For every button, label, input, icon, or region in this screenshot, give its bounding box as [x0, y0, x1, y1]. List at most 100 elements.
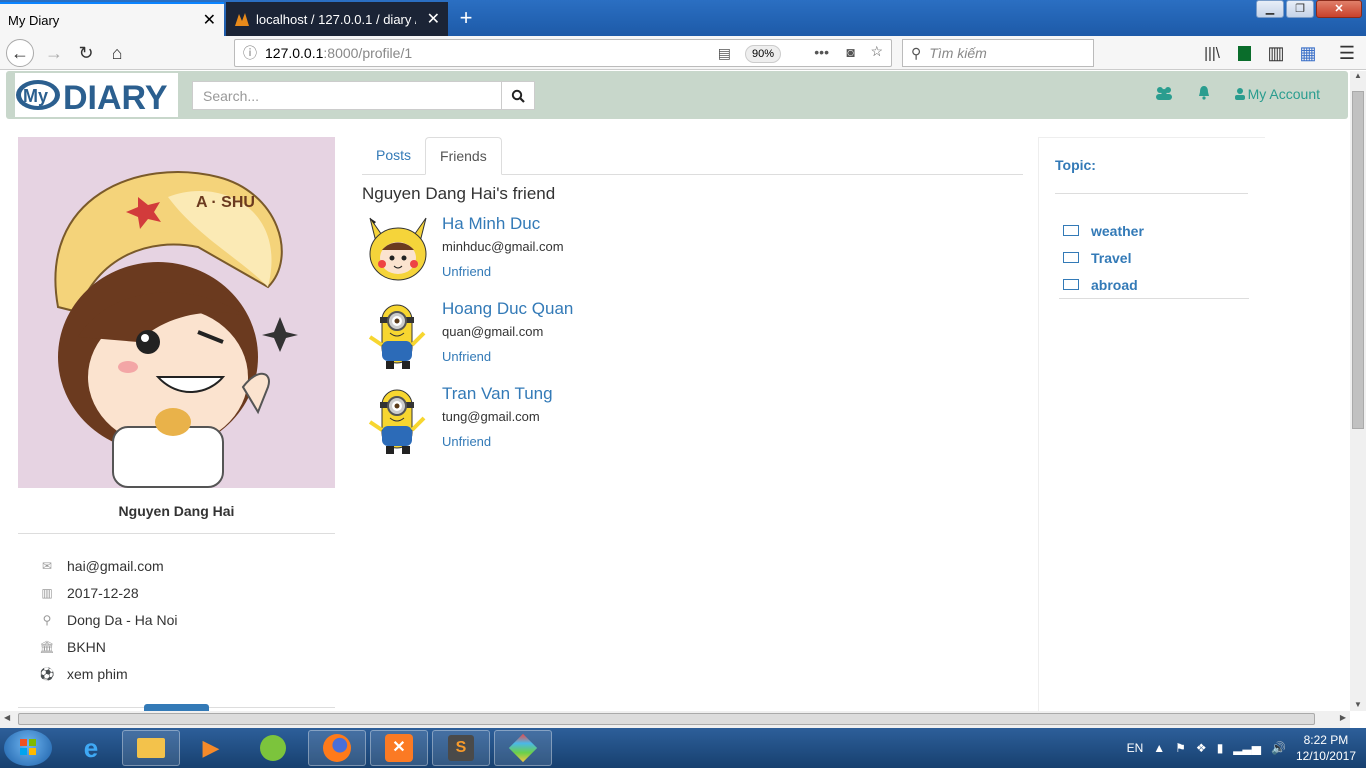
- tab-title: localhost / 127.0.0.1 / diary / us: [256, 11, 416, 27]
- page-actions-icon[interactable]: •••: [814, 44, 829, 60]
- scroll-up-icon[interactable]: ▲: [1350, 71, 1366, 80]
- forward-button[interactable]: →: [40, 39, 68, 67]
- back-button[interactable]: ←: [6, 39, 34, 67]
- site-logo[interactable]: My DIARY: [15, 73, 178, 117]
- minion-avatar-icon: [368, 304, 426, 369]
- scroll-down-icon[interactable]: ▼: [1350, 700, 1366, 709]
- friend-name-link[interactable]: Tran Van Tung: [442, 384, 553, 404]
- firefox-icon[interactable]: [308, 730, 366, 766]
- topic-item[interactable]: abroad: [1059, 271, 1249, 298]
- sidebar-icon[interactable]: ▥: [1262, 39, 1290, 67]
- zoom-level[interactable]: 90%: [744, 45, 781, 63]
- clock[interactable]: 8:22 PM 12/10/2017: [1296, 732, 1356, 764]
- scroll-right-icon[interactable]: ▶: [1340, 713, 1346, 722]
- friends-icon[interactable]: [1155, 86, 1173, 103]
- profile-address-row: ⚲ Dong Da - Ha Noi: [18, 606, 335, 633]
- volume-icon[interactable]: 🔊: [1271, 741, 1286, 755]
- site-search-input[interactable]: Search...: [192, 81, 502, 110]
- url-host: 127.0.0.1: [265, 45, 324, 61]
- vertical-scroll-thumb[interactable]: [1352, 91, 1364, 429]
- clock-time: 8:22 PM: [1303, 733, 1349, 747]
- language-indicator[interactable]: EN: [1127, 741, 1144, 755]
- window-close-button[interactable]: ✕: [1316, 0, 1362, 18]
- svg-text:A · SHU: A · SHU: [196, 194, 255, 211]
- minimize-button[interactable]: ▁: [1256, 0, 1284, 18]
- friend-info: Tran Van Tung tung@gmail.com Unfriend: [442, 384, 553, 459]
- horizontal-scroll-thumb[interactable]: [18, 713, 1315, 725]
- profile-info-list: ✉ hai@gmail.com ▥ 2017-12-28 ⚲ Dong Da -…: [18, 552, 335, 687]
- network-flag-icon[interactable]: ⚑: [1175, 741, 1186, 755]
- library-icon[interactable]: |||\: [1198, 39, 1226, 67]
- start-button[interactable]: [4, 730, 52, 766]
- xampp-icon[interactable]: ✕: [370, 730, 428, 766]
- browser-titlebar: My Diary ✕ localhost / 127.0.0.1 / diary…: [0, 0, 1366, 36]
- url-bar[interactable]: ⓘ 127.0.0.1:8000/profile/1 ▤ 90% ••• ◙ ☆: [234, 39, 892, 67]
- friends-title: Nguyen Dang Hai's friend: [362, 184, 556, 203]
- profile-avatar[interactable]: A · SHU: [18, 137, 335, 488]
- scroll-left-icon[interactable]: ◀: [4, 713, 10, 722]
- pocket-icon[interactable]: ◙: [847, 44, 855, 60]
- my-account-link[interactable]: My Account: [1234, 86, 1320, 102]
- nav-right: My Account: [1155, 85, 1320, 103]
- friend-avatar-minion[interactable]: [362, 384, 434, 456]
- show-hidden-icons-icon[interactable]: ▲: [1153, 741, 1165, 755]
- profile-hobby-row: ⚽ xem phim: [18, 660, 335, 687]
- media-player-icon[interactable]: ▶: [182, 730, 240, 766]
- profile-email-row: ✉ hai@gmail.com: [18, 552, 335, 579]
- file-explorer-icon[interactable]: [122, 730, 180, 766]
- coc-coc-icon[interactable]: [244, 730, 302, 766]
- restore-button[interactable]: ❐: [1286, 0, 1314, 18]
- envelope-icon: ✉: [41, 558, 53, 573]
- dropbox-icon[interactable]: ❖: [1196, 741, 1207, 755]
- close-tab-icon[interactable]: ✕: [203, 10, 216, 30]
- browser-search-input[interactable]: ⚲ Tìm kiếm: [902, 39, 1094, 67]
- site-search-placeholder: Search...: [203, 88, 260, 104]
- friends-panel: Posts Friends Nguyen Dang Hai's friend H…: [362, 137, 1023, 459]
- tab-friends[interactable]: Friends: [425, 137, 502, 175]
- internet-explorer-icon[interactable]: e: [62, 730, 120, 766]
- friend-email: quan@gmail.com: [442, 324, 544, 339]
- search-icon: ⚲: [911, 44, 922, 61]
- topic-item[interactable]: Travel: [1059, 244, 1249, 271]
- profile-tabs: Posts Friends: [362, 137, 1023, 175]
- friend-name-link[interactable]: Ha Minh Duc: [442, 214, 564, 234]
- screenshot-icon[interactable]: ▦: [1294, 39, 1322, 67]
- unfriend-link[interactable]: Unfriend: [442, 434, 553, 449]
- topic-item[interactable]: weather: [1059, 217, 1249, 244]
- logo-diary-text: DIARY: [63, 79, 168, 115]
- friend-name-link[interactable]: Hoang Duc Quan: [442, 299, 573, 319]
- unfriend-link[interactable]: Unfriend: [442, 349, 573, 364]
- tab-posts[interactable]: Posts: [362, 137, 425, 174]
- reload-button[interactable]: ↻: [72, 39, 100, 67]
- new-tab-button[interactable]: +: [454, 5, 478, 31]
- tab-my-diary[interactable]: My Diary ✕: [0, 2, 224, 36]
- close-tab-icon[interactable]: ✕: [427, 9, 440, 29]
- home-button[interactable]: ⌂: [103, 39, 131, 67]
- logo-my-text: My: [23, 86, 48, 106]
- info-icon[interactable]: ⓘ: [243, 43, 257, 63]
- site-search-button[interactable]: [501, 81, 535, 110]
- menu-icon[interactable]: ☰: [1333, 39, 1361, 67]
- windows-logo-icon: [20, 739, 36, 755]
- friend-avatar-pikachu[interactable]: [362, 214, 434, 286]
- pikachu-avatar-icon: [369, 217, 427, 281]
- friend-avatar-minion[interactable]: [362, 299, 434, 371]
- search-icon: [511, 89, 525, 103]
- sublime-text-icon[interactable]: S: [432, 730, 490, 766]
- divider: [18, 533, 335, 534]
- tab-phpmyadmin[interactable]: localhost / 127.0.0.1 / diary / us ✕: [226, 2, 448, 36]
- edit-profile-button[interactable]: [144, 704, 209, 711]
- unfriend-link[interactable]: Unfriend: [442, 264, 564, 279]
- bookmark-star-icon[interactable]: ☆: [870, 43, 883, 60]
- extension-icon[interactable]: [1230, 39, 1258, 67]
- vertical-scrollbar[interactable]: ▲ ▼: [1350, 71, 1366, 711]
- reader-view-icon[interactable]: ▤: [718, 45, 731, 62]
- horizontal-scrollbar[interactable]: ◀ ▶: [0, 711, 1350, 728]
- divider: [1055, 193, 1248, 194]
- bell-icon[interactable]: [1197, 85, 1211, 103]
- app-diamond-icon[interactable]: [494, 730, 552, 766]
- minion-avatar-icon: [368, 389, 426, 454]
- signal-icon[interactable]: ▂▃▅: [1233, 741, 1261, 755]
- tab-title: My Diary: [8, 12, 60, 28]
- battery-icon[interactable]: ▮: [1217, 741, 1224, 755]
